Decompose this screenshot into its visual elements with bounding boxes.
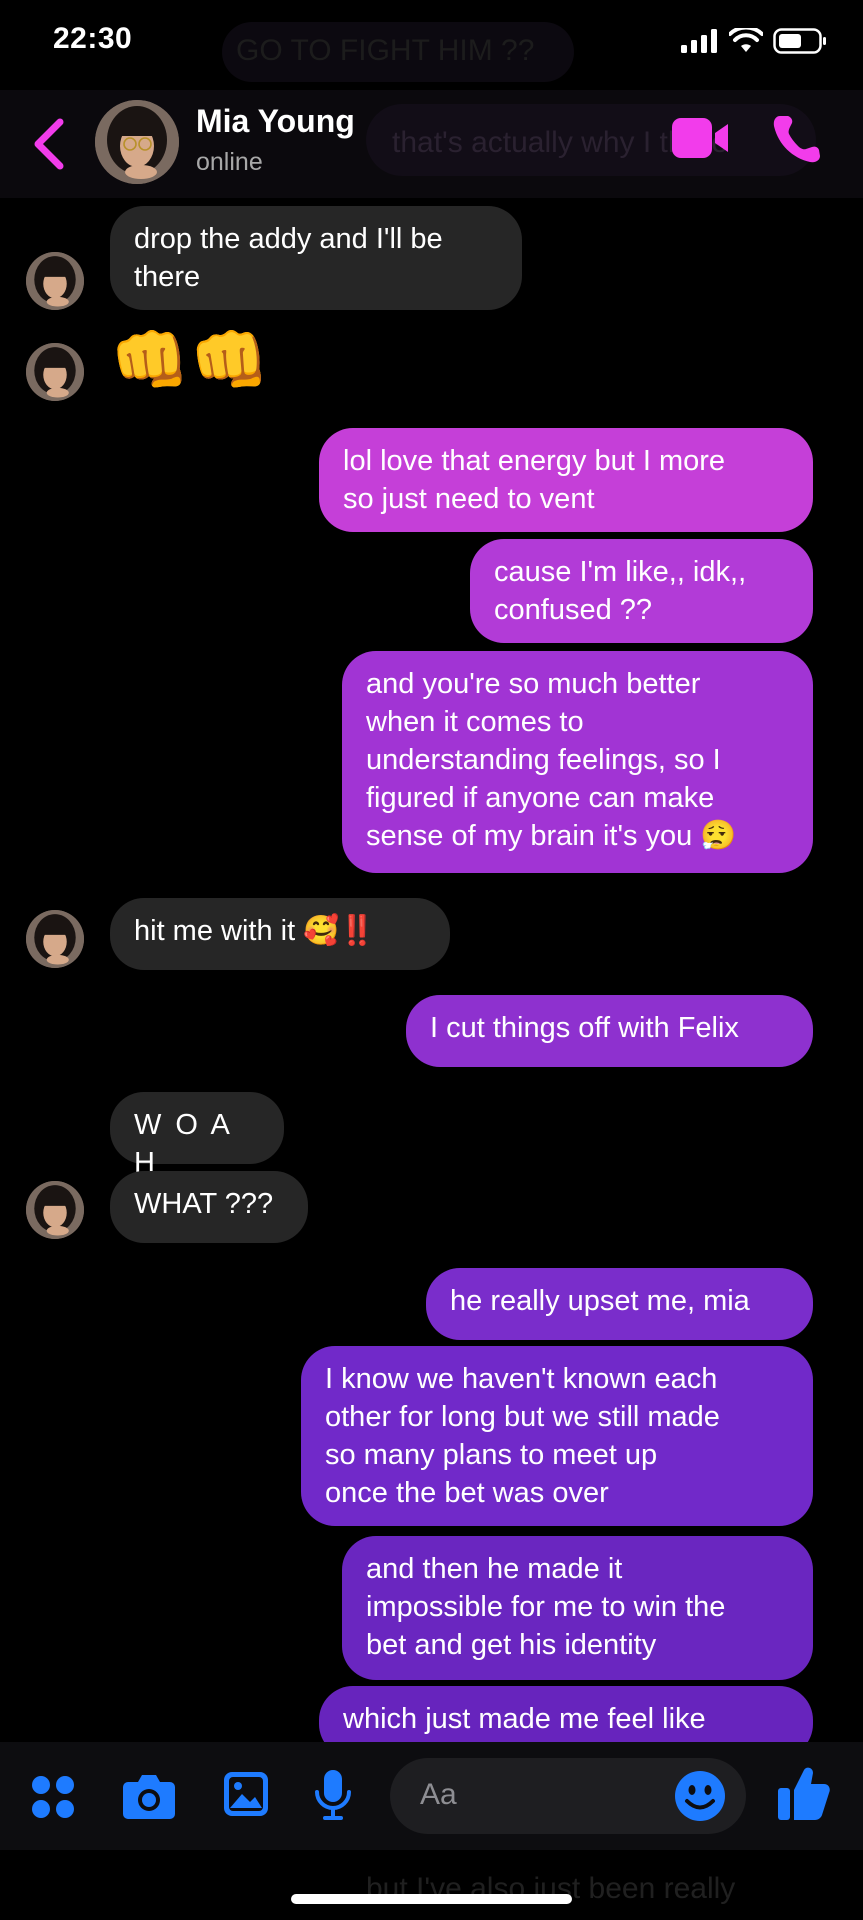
message-bubble-outgoing[interactable]: cause I'm like,, idk,, confused ?? bbox=[470, 539, 813, 643]
sender-avatar[interactable] bbox=[26, 252, 84, 310]
thumbs-up-icon[interactable] bbox=[776, 1764, 832, 1822]
sender-avatar[interactable] bbox=[26, 343, 84, 401]
contact-avatar[interactable] bbox=[95, 100, 179, 184]
battery-icon bbox=[773, 28, 826, 54]
composer-bar: Aa bbox=[0, 1742, 863, 1850]
status-icons bbox=[681, 26, 827, 56]
message-bubble-outgoing[interactable]: and you're so much better when it comes … bbox=[342, 651, 813, 873]
image-icon[interactable] bbox=[222, 1770, 270, 1818]
sender-avatar[interactable] bbox=[26, 1181, 84, 1239]
sender-avatar[interactable] bbox=[26, 910, 84, 968]
status-bar: 22:30 bbox=[0, 0, 863, 90]
message-bubble-outgoing[interactable]: lol love that energy but I more so just … bbox=[319, 428, 813, 532]
message-bubble-incoming[interactable]: drop the addy and I'll be there bbox=[110, 206, 522, 310]
signal-icon bbox=[681, 29, 717, 53]
message-input[interactable]: Aa bbox=[390, 1758, 746, 1834]
chat-header: that's actually why I there Mia Young on… bbox=[0, 90, 863, 198]
message-bubble-incoming[interactable]: W O A H bbox=[110, 1092, 284, 1179]
back-chevron-icon[interactable] bbox=[26, 114, 72, 174]
emoji-icon[interactable] bbox=[674, 1770, 726, 1822]
message-bubble-outgoing[interactable]: and then he made it impossible for me to… bbox=[342, 1536, 813, 1680]
contact-status: online bbox=[196, 148, 263, 176]
message-bubble-outgoing[interactable]: I know we haven't known each other for l… bbox=[301, 1346, 813, 1526]
message-bubble-outgoing[interactable]: he really upset me, mia bbox=[426, 1268, 813, 1340]
video-camera-icon[interactable] bbox=[672, 116, 730, 160]
microphone-icon[interactable] bbox=[312, 1768, 354, 1822]
message-input-placeholder: Aa bbox=[420, 1778, 457, 1811]
wifi-icon bbox=[729, 28, 763, 52]
message-bubble-incoming[interactable]: hit me with it 🥰‼️ bbox=[110, 898, 450, 970]
message-bubble-outgoing[interactable]: I cut things off with Felix bbox=[406, 995, 813, 1067]
phone-icon[interactable] bbox=[770, 112, 822, 166]
contact-name[interactable]: Mia Young bbox=[196, 103, 355, 140]
message-bubble-incoming[interactable]: WHAT ??? bbox=[110, 1171, 308, 1243]
camera-icon[interactable] bbox=[122, 1772, 176, 1820]
home-indicator[interactable] bbox=[291, 1894, 572, 1904]
message-emoji[interactable]: 👊👊 bbox=[110, 324, 269, 396]
status-time: 22:30 bbox=[53, 22, 133, 55]
grid-icon[interactable] bbox=[30, 1774, 76, 1820]
